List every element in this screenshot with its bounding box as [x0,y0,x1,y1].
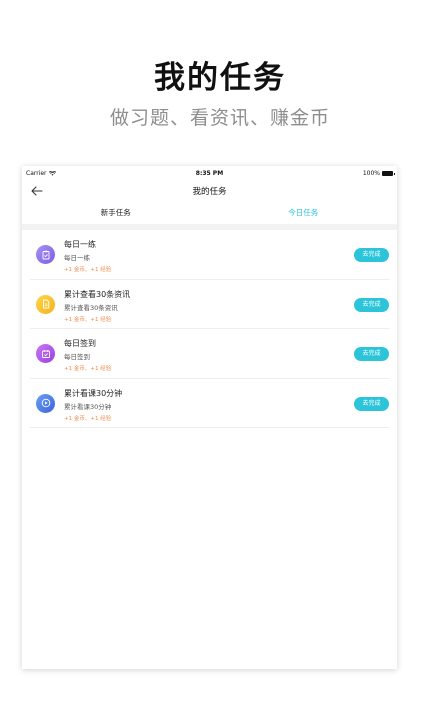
task-title: 累计查看30条资讯 [64,289,131,299]
task-item-read-news: 累计查看30条资讯 累计查看30条资讯 +1 金币、+1 经验 去完成 [30,280,389,329]
task-description: 累计查看30条资讯 [64,303,118,312]
task-item-daily-practice: 每日一练 每日一练 +1 金币、+1 经验 去完成 [30,230,389,280]
task-item-watch-course: 累计看课30分钟 累计看课30分钟 +1 金币、+1 经验 去完成 [30,379,389,428]
task-reward: +1 金币、+1 经验 [64,316,112,323]
battery-indicator: 100% [362,170,395,177]
go-complete-button[interactable]: 去完成 [354,297,389,312]
task-reward: +1 金币、+1 经验 [64,415,112,422]
task-title: 每日签到 [64,339,96,348]
page-title: 我的任务 [192,187,227,197]
task-item-daily-checkin: 每日签到 每日签到 +1 金币、+1 经验 去完成 [30,329,389,379]
play-circle-icon [36,393,55,413]
task-tabs: 新手任务 今日任务 [22,202,397,224]
task-description: 累计看课30分钟 [64,402,112,411]
tab-today-tasks[interactable]: 今日任务 [210,202,398,224]
document-icon [36,294,55,314]
battery-percent: 100% [362,170,380,177]
task-title: 每日一练 [64,240,96,249]
promo-title: 我的任务 [154,60,286,96]
task-reward: +1 金币、+1 经验 [64,267,112,273]
nav-bar: 我的任务 [22,180,397,202]
task-list: 每日一练 每日一练 +1 金币、+1 经验 去完成 累计查看30条资讯 累计查看… [22,230,397,428]
device-screen: Carrier 8:35 PM 100% 我的任务 新手任务 今日任务 每日一练… [22,166,397,669]
clipboard-check-icon [36,245,55,264]
go-complete-button[interactable]: 去完成 [354,248,389,262]
promo-subtitle: 做习题、看资讯、赚金币 [109,107,330,129]
battery-icon [382,171,395,176]
tab-beginner-tasks[interactable]: 新手任务 [22,202,210,224]
go-complete-button[interactable]: 去完成 [354,347,389,361]
task-title: 累计看课30分钟 [64,388,123,398]
task-reward: +1 金币、+1 经验 [64,366,112,372]
task-description: 每日签到 [64,353,90,361]
status-time: 8:35 PM [195,170,224,177]
go-complete-button[interactable]: 去完成 [354,396,389,411]
task-description: 每日一练 [64,254,90,262]
status-bar: Carrier 8:35 PM 100% [22,166,397,180]
calendar-check-icon [36,344,55,363]
